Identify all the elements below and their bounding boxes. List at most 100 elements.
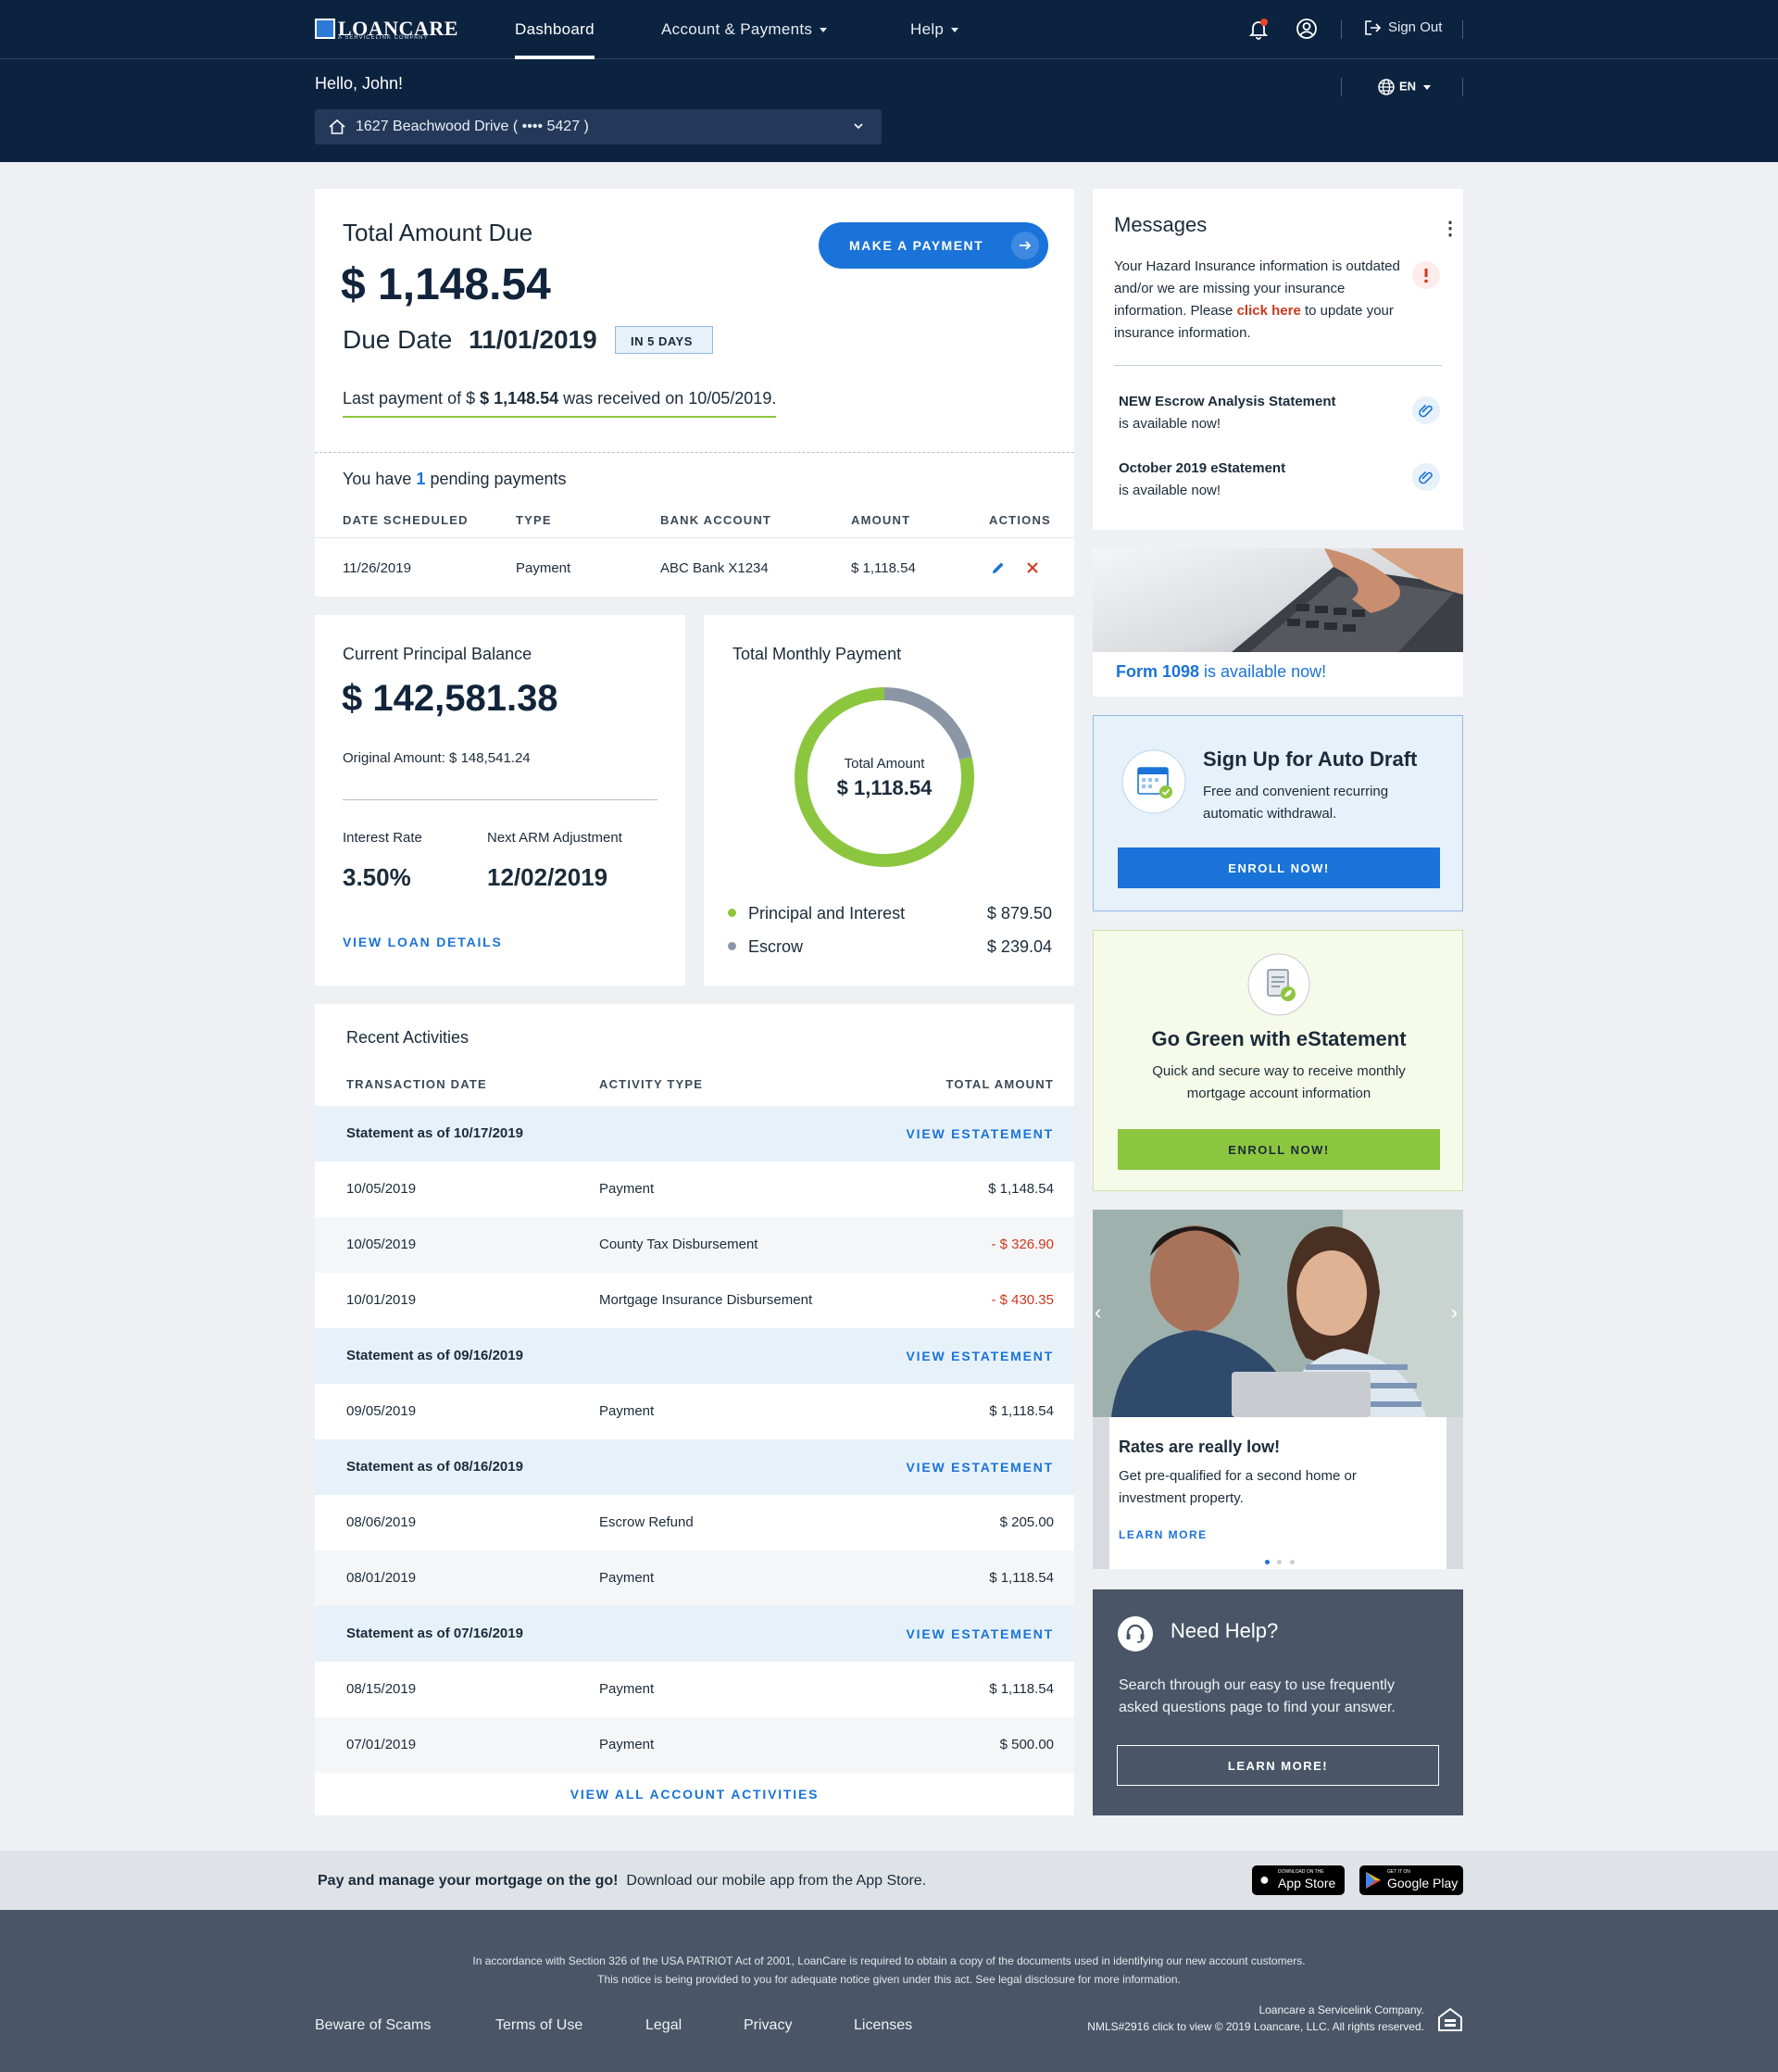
loancare-logo[interactable]: LOANCARE A SERVICELINK COMPANY xyxy=(315,17,457,44)
google-play-label: Google Play xyxy=(1387,1876,1459,1890)
edit-pencil-icon[interactable] xyxy=(990,559,1007,576)
attachment-icon[interactable] xyxy=(1412,396,1440,424)
nav-divider xyxy=(1341,78,1342,96)
need-help-learn-more-button[interactable]: LEARN MORE! xyxy=(1117,1745,1439,1786)
sign-out-label: Sign Out xyxy=(1388,19,1443,35)
message-escrow-analysis[interactable]: NEW Escrow Analysis Statement is availabl… xyxy=(1119,391,1396,435)
footer-link-licenses[interactable]: Licenses xyxy=(854,2017,912,2034)
divider xyxy=(343,799,657,800)
footer-link-legal[interactable]: Legal xyxy=(645,2017,682,2034)
statement-label: Statement as of 07/16/2019 xyxy=(346,1626,523,1641)
transaction-date: 08/01/2019 xyxy=(346,1570,417,1586)
carousel-dot[interactable] xyxy=(1277,1560,1283,1564)
transaction-date: 08/15/2019 xyxy=(346,1681,417,1697)
activity-type: Payment xyxy=(599,1403,655,1419)
view-loan-details-link[interactable]: VIEW LOAN DETAILS xyxy=(343,935,503,949)
view-estatement-link[interactable]: VIEW ESTATEMENT xyxy=(907,1626,1054,1641)
principal-balance-card: Current Principal Balance $ 142,581.38 O… xyxy=(315,615,685,986)
message-october-estatement[interactable]: October 2019 eStatement is available now! xyxy=(1119,458,1396,502)
last-payment-amount: $ 1,148.54 xyxy=(480,389,559,408)
activity-table-body: Statement as of 10/17/2019 VIEW ESTATEMEN… xyxy=(315,1106,1074,1773)
view-estatement-link[interactable]: VIEW ESTATEMENT xyxy=(907,1126,1054,1141)
equal-housing-lender-icon xyxy=(1438,2007,1462,2031)
statement-label: Statement as of 10/17/2019 xyxy=(346,1125,523,1141)
view-estatement-link[interactable]: VIEW ESTATEMENT xyxy=(907,1460,1054,1475)
go-green-card: Go Green with eStatement Quick and secur… xyxy=(1093,930,1463,1191)
make-payment-label: MAKE A PAYMENT xyxy=(849,238,984,253)
globe-icon xyxy=(1378,79,1395,95)
pending-payments-title: You have 1 pending payments xyxy=(343,470,567,489)
delete-x-icon[interactable] xyxy=(1024,559,1041,576)
insurance-alert-text: Your Hazard Insurance information is out… xyxy=(1114,256,1401,345)
make-payment-button[interactable]: MAKE A PAYMENT xyxy=(819,222,1048,269)
account-icon[interactable] xyxy=(1295,17,1319,41)
sign-out-link[interactable]: Sign Out xyxy=(1364,19,1442,36)
form-1098-card[interactable]: Form 1098 is available now! xyxy=(1093,548,1463,697)
headset-icon xyxy=(1118,1616,1153,1651)
app-store-badge[interactable]: ● DOWNLOAD ON THE App Store xyxy=(1252,1865,1345,1895)
principal-title: Current Principal Balance xyxy=(343,645,532,663)
transaction-date: 09/05/2019 xyxy=(346,1403,417,1419)
auto-draft-card: Sign Up for Auto Draft Free and convenie… xyxy=(1093,715,1463,911)
carousel-prev-icon[interactable]: ‹ xyxy=(1095,1300,1101,1325)
apple-icon: ● xyxy=(1259,1870,1270,1889)
recent-activities-card: Recent Activities TRANSACTION DATE ACTIV… xyxy=(315,1004,1074,1815)
nav-help-label: Help xyxy=(910,20,945,38)
property-select[interactable]: 1627 Beachwood Drive ( •••• 5427 ) xyxy=(315,109,882,144)
total-amount: $ 205.00 xyxy=(999,1514,1054,1530)
interest-rate-value: 3.50% xyxy=(343,863,411,891)
nav-help[interactable]: Help xyxy=(910,20,959,39)
need-help-body: Search through our easy to use frequentl… xyxy=(1119,1677,1396,1715)
view-estatement-link[interactable]: VIEW ESTATEMENT xyxy=(907,1349,1054,1363)
form-1098-rest: is available now! xyxy=(1199,662,1327,681)
auto-draft-enroll-button[interactable]: ENROLL NOW! xyxy=(1118,848,1440,888)
footer-link-privacy[interactable]: Privacy xyxy=(744,2017,792,2034)
legend-value: $ 879.50 xyxy=(986,904,1052,923)
mobile-app-text: Pay and manage your mortgage on the go! … xyxy=(318,1873,926,1890)
carousel-dot[interactable] xyxy=(1289,1560,1295,1564)
footer-company: Loancare a Servicelink Company. xyxy=(1258,2003,1424,2016)
mobile-app-band: Pay and manage your mortgage on the go! … xyxy=(0,1851,1778,1910)
message-sub: is available now! xyxy=(1119,483,1221,498)
carousel-next-icon[interactable]: › xyxy=(1451,1300,1458,1325)
need-help-title: Need Help? xyxy=(1171,1619,1279,1642)
nav-account-payments-label: Account & Payments xyxy=(661,20,813,38)
col-transaction-date: TRANSACTION DATE xyxy=(346,1077,487,1091)
notification-bell-icon[interactable] xyxy=(1246,17,1271,41)
carousel-dot-active[interactable] xyxy=(1265,1560,1270,1564)
last-payment-pre: Last payment of $ xyxy=(343,389,481,408)
promo-learn-more-link[interactable]: LEARN MORE xyxy=(1119,1528,1208,1541)
activity-type: Mortgage Insurance Disbursement xyxy=(599,1292,813,1308)
couple-illustration xyxy=(1093,1210,1463,1417)
transaction-date: 10/01/2019 xyxy=(346,1292,417,1308)
greeting: Hello, John! xyxy=(315,74,404,93)
legend-label: Principal and Interest xyxy=(748,904,906,923)
footer-nmls[interactable]: NMLS#2916 click to view © 2019 Loancare,… xyxy=(1087,2020,1424,2033)
go-green-enroll-button[interactable]: ENROLL NOW! xyxy=(1118,1129,1440,1170)
divider xyxy=(1114,365,1442,366)
google-play-icon xyxy=(1366,1872,1381,1889)
transaction-row: 09/05/2019 Payment $ 1,118.54 xyxy=(315,1384,1074,1439)
col-type: TYPE xyxy=(516,513,552,527)
more-options-icon[interactable]: ⋮ xyxy=(1441,217,1459,240)
language-select[interactable]: EN xyxy=(1377,78,1432,96)
app-store-label: App Store xyxy=(1278,1876,1336,1890)
alert-exclamation-icon xyxy=(1412,261,1440,289)
nav-divider xyxy=(1341,20,1342,39)
nav-dashboard[interactable]: Dashboard xyxy=(515,20,595,39)
attachment-icon[interactable] xyxy=(1412,463,1440,491)
principal-amount: $ 142,581.38 xyxy=(342,678,558,719)
nav-account-payments[interactable]: Account & Payments xyxy=(661,20,828,39)
view-all-activities-link[interactable]: VIEW ALL ACCOUNT ACTIVITIES xyxy=(315,1787,1074,1802)
pending-post: pending payments xyxy=(425,470,567,488)
footer-link-scams[interactable]: Beware of Scams xyxy=(315,2017,431,2034)
col-amount: AMOUNT xyxy=(851,513,911,527)
go-green-title: Go Green with eStatement xyxy=(1151,1027,1407,1050)
total-amount: - $ 430.35 xyxy=(991,1292,1054,1308)
footer-link-terms[interactable]: Terms of Use xyxy=(495,2017,582,2034)
click-here-link[interactable]: click here xyxy=(1237,303,1301,319)
original-amount: Original Amount: $ 148,541.24 xyxy=(343,750,531,766)
monthly-payment-card: Total Monthly Payment Total Amount $ 1,1… xyxy=(704,615,1074,986)
transaction-row: 08/01/2019 Payment $ 1,118.54 xyxy=(315,1551,1074,1606)
google-play-badge[interactable]: GET IT ON Google Play xyxy=(1359,1865,1463,1895)
